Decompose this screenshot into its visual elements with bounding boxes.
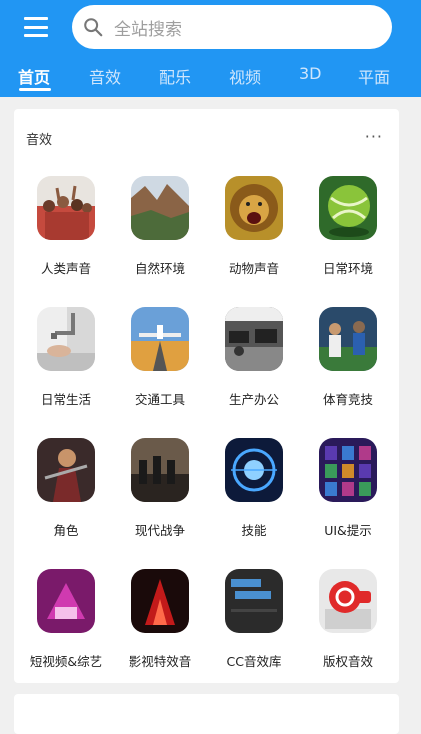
category-skills[interactable]: 技能 [207,438,301,539]
category-label: 生产办公 [228,392,279,407]
active-tab-indicator [19,88,51,91]
category-short-video[interactable]: 短视频&综艺 [19,569,113,670]
category-label: 动物声音 [228,261,279,276]
sports-thumbnail [319,307,377,371]
search-placeholder: 全站搜索 [114,19,182,40]
animal-thumbnail [225,176,283,240]
character-thumbnail [37,438,95,502]
category-label: 角色 [53,523,79,538]
category-tabs: 首页 音效 配乐 视频 3D 平面 [0,62,421,97]
nature-thumbnail [131,176,189,240]
category-ui-alerts[interactable]: UI&提示 [301,438,395,539]
category-label: UI&提示 [324,523,372,538]
next-section-card [14,694,399,734]
ui-alerts-thumbnail [319,438,377,502]
category-animal[interactable]: 动物声音 [207,176,301,277]
cc-library-thumbnail [225,569,283,633]
daily-life-thumbnail [37,307,95,371]
daily-environment-thumbnail [319,176,377,240]
search-icon [84,18,103,37]
transport-thumbnail [131,307,189,371]
category-nature[interactable]: 自然环境 [113,176,207,277]
category-label: 自然环境 [134,261,185,276]
category-label: 版权音效 [322,654,373,669]
category-label: 技能 [241,523,267,538]
more-icon[interactable]: ··· [365,127,383,146]
copyright-sfx-thumbnail [319,569,377,633]
category-daily-environment[interactable]: 日常环境 [301,176,395,277]
category-sports[interactable]: 体育竞技 [301,307,395,408]
tab-home[interactable]: 首页 [18,64,50,88]
menu-icon[interactable] [24,17,48,37]
tab-3d[interactable]: 3D [299,64,322,83]
category-label: CC音效库 [226,654,282,669]
category-label: 日常生活 [40,392,91,407]
sound-effects-card: 音效 ··· 人类声音 自然环境 动物声音 日常环境 日常生活 交通工具 生产办… [14,109,399,683]
category-label: 现代战争 [134,523,185,538]
category-office[interactable]: 生产办公 [207,307,301,408]
category-daily-life[interactable]: 日常生活 [19,307,113,408]
skills-thumbnail [225,438,283,502]
category-modern-war[interactable]: 现代战争 [113,438,207,539]
film-fx-thumbnail [131,569,189,633]
category-label: 短视频&综艺 [29,654,103,669]
category-label: 影视特效音 [128,654,192,669]
category-label: 日常环境 [322,261,373,276]
tab-music[interactable]: 配乐 [159,64,191,88]
short-video-thumbnail [37,569,95,633]
category-character[interactable]: 角色 [19,438,113,539]
category-label: 人类声音 [40,261,91,276]
section-title: 音效 [26,133,53,148]
modern-war-thumbnail [131,438,189,502]
tab-sound-effects[interactable]: 音效 [89,64,121,88]
category-label: 交通工具 [134,392,185,407]
category-copyright-sfx[interactable]: 版权音效 [301,569,395,670]
category-cc-library[interactable]: CC音效库 [207,569,301,670]
category-human-voice[interactable]: 人类声音 [19,176,113,277]
category-transport[interactable]: 交通工具 [113,307,207,408]
human-voice-thumbnail [37,176,95,240]
search-bar[interactable]: 全站搜索 [72,5,392,49]
tab-video[interactable]: 视频 [229,64,261,88]
category-film-fx[interactable]: 影视特效音 [113,569,207,670]
category-label: 体育竞技 [322,392,373,407]
tab-graphic[interactable]: 平面 [358,64,390,88]
office-thumbnail [225,307,283,371]
top-app-bar: 全站搜索 首页 音效 配乐 视频 3D 平面 [0,0,421,97]
